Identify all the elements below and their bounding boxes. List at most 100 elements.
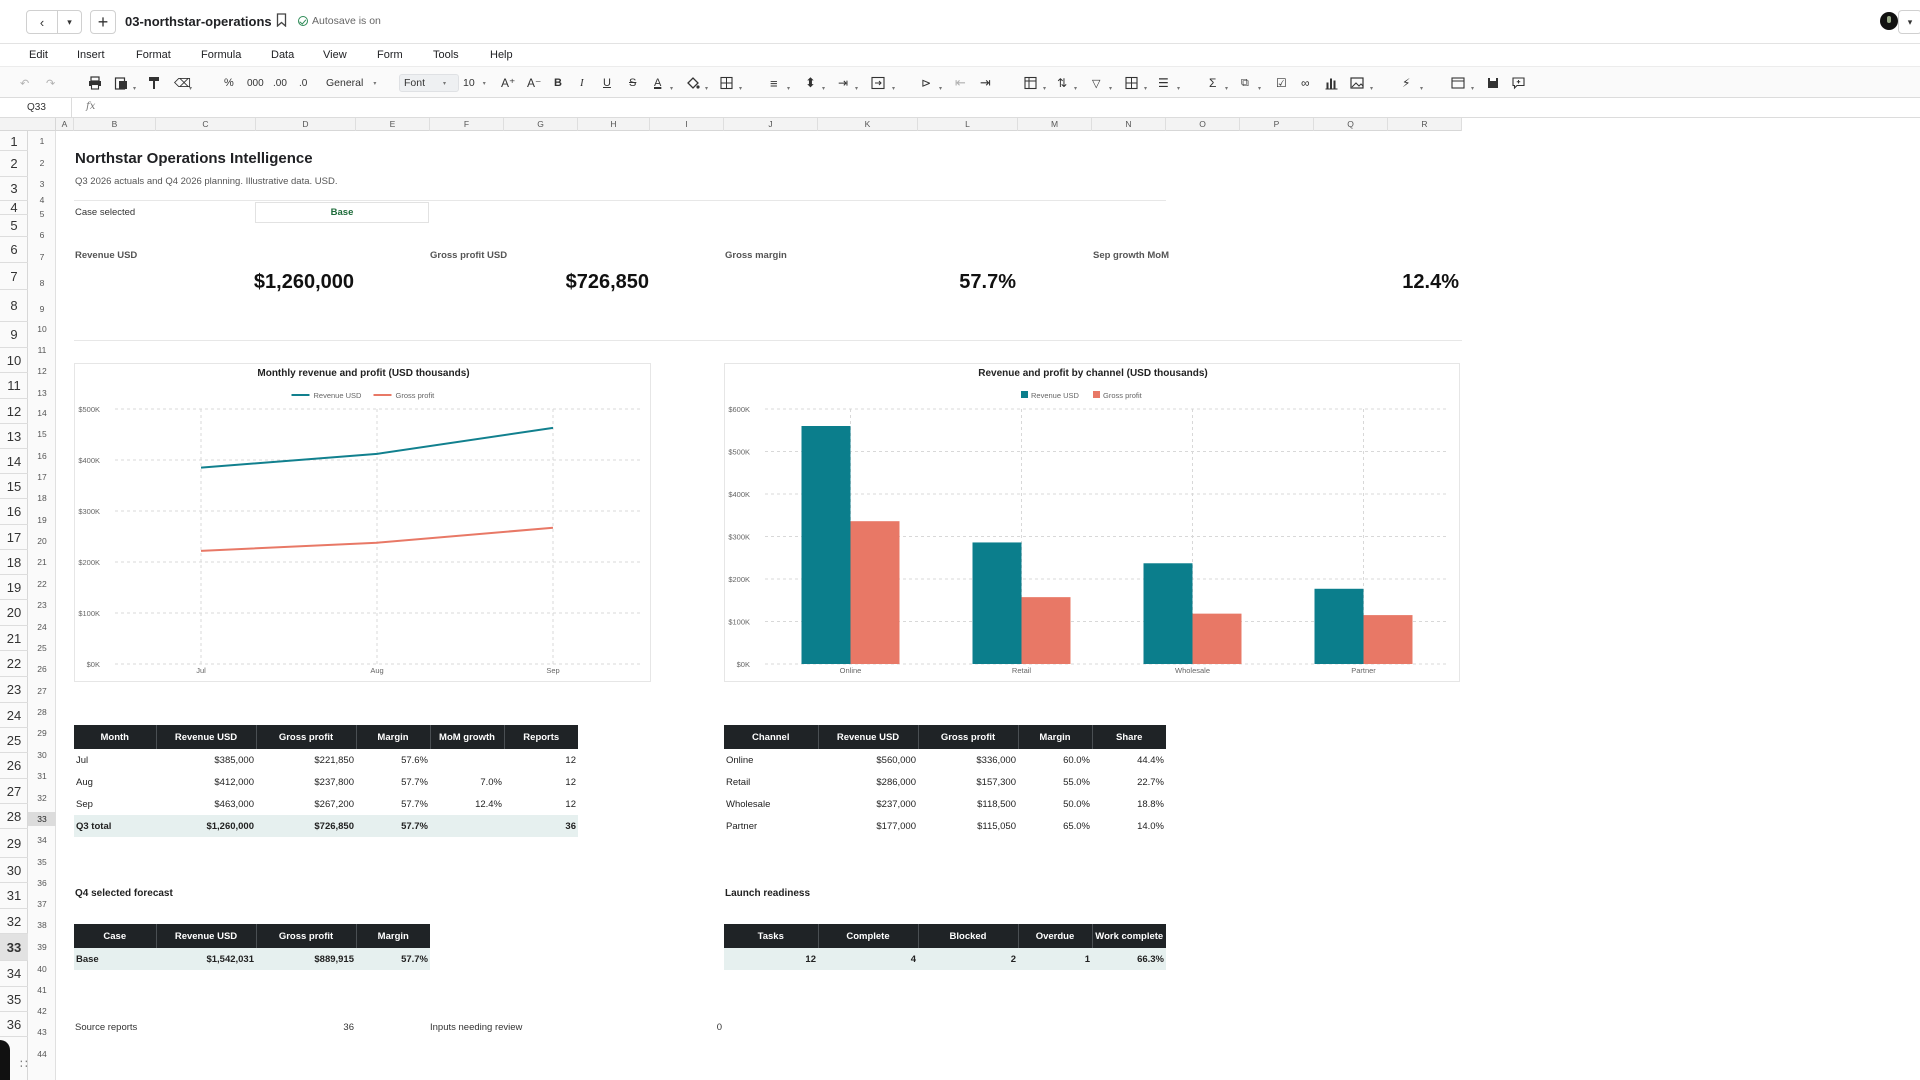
column-header-g[interactable]: G [504, 118, 578, 131]
cell-share[interactable]: 44.4% [1092, 749, 1166, 771]
filter-icon[interactable]: ▽ [1092, 75, 1100, 91]
text-rotation-icon[interactable]: ⊳ [921, 75, 931, 91]
column-header-m[interactable]: M [1018, 118, 1092, 131]
cell-revenue[interactable]: $177,000 [818, 815, 918, 837]
row-header-11[interactable]: 11 [0, 373, 28, 399]
row-number-19[interactable]: 19 [28, 513, 56, 527]
row-number-17[interactable]: 17 [28, 470, 56, 484]
cell-revenue[interactable]: $412,000 [156, 771, 256, 793]
row-number-24[interactable]: 24 [28, 620, 56, 634]
menu-insert[interactable]: Insert [77, 49, 105, 61]
row-number-2[interactable]: 2 [28, 156, 56, 170]
menu-data[interactable]: Data [271, 49, 294, 61]
save-icon[interactable] [1487, 75, 1499, 91]
table-row[interactable]: Sep $463,000 $267,200 57.7% 12.4% 12 [74, 793, 578, 815]
column-header-o[interactable]: O [1166, 118, 1240, 131]
column-header-e[interactable]: E [356, 118, 430, 131]
borders-dropdown-icon[interactable]: ▾ [739, 80, 742, 96]
grid-view-dropdown-icon[interactable]: ▾ [1144, 80, 1147, 96]
bookmark-icon[interactable] [276, 13, 287, 27]
cell-revenue[interactable]: $560,000 [818, 749, 918, 771]
row-header-30[interactable]: 30 [0, 858, 28, 883]
cell-reports[interactable]: 12 [504, 749, 578, 771]
cell-margin[interactable]: 57.7% [356, 793, 430, 815]
decrease-decimals-button[interactable]: .0 [299, 75, 307, 91]
shrink-font-button[interactable]: A⁻ [527, 75, 541, 91]
paint-format-icon[interactable] [148, 75, 160, 91]
cell-reports[interactable]: 12 [504, 793, 578, 815]
cell-channel[interactable]: Partner [724, 815, 818, 837]
italic-button[interactable]: I [580, 75, 584, 91]
inputs-review-value[interactable]: 0 [670, 1022, 722, 1033]
column-header-p[interactable]: P [1240, 118, 1314, 131]
user-avatar[interactable] [1880, 12, 1898, 30]
row-header-9[interactable]: 9 [0, 322, 28, 348]
cell-name-box[interactable]: Q33 [0, 98, 72, 118]
menu-tools[interactable]: Tools [433, 49, 459, 61]
row-number-8[interactable]: 8 [28, 276, 56, 290]
row-number-43[interactable]: 43 [28, 1025, 56, 1039]
row-header-27[interactable]: 27 [0, 779, 28, 804]
menu-help[interactable]: Help [490, 49, 513, 61]
table-row[interactable]: Online $560,000 $336,000 60.0% 44.4% [724, 749, 1166, 771]
table-row[interactable]: Aug $412,000 $237,800 57.7% 7.0% 12 [74, 771, 578, 793]
column-header-d[interactable]: D [256, 118, 356, 131]
menu-form[interactable]: Form [377, 49, 403, 61]
table-row[interactable]: Wholesale $237,000 $118,500 50.0% 18.8% [724, 793, 1166, 815]
row-number-29[interactable]: 29 [28, 726, 56, 740]
row-header-6[interactable]: 6 [0, 237, 28, 263]
automation-dropdown-icon[interactable]: ▾ [1420, 80, 1423, 96]
table-row[interactable]: 12 4 2 1 66.3% [724, 948, 1166, 970]
borders-icon[interactable] [720, 75, 733, 91]
sum-icon[interactable]: Σ [1209, 75, 1216, 91]
cell-gross-profit[interactable]: $157,300 [918, 771, 1018, 793]
menu-formula[interactable]: Formula [201, 49, 241, 61]
column-header-f[interactable]: F [430, 118, 504, 131]
row-number-12[interactable]: 12 [28, 364, 56, 378]
table-row[interactable]: Base $1,542,031 $889,915 57.7% [74, 948, 430, 970]
row-number-28[interactable]: 28 [28, 705, 56, 719]
column-header-a[interactable]: A [56, 118, 74, 131]
column-header-r[interactable]: R [1388, 118, 1462, 131]
cell-tasks[interactable]: 12 [724, 948, 818, 970]
column-header-j[interactable]: J [724, 118, 818, 131]
history-dropdown-icon[interactable]: ▾ [57, 11, 81, 33]
row-header-14[interactable]: 14 [0, 449, 28, 474]
cell-mom-growth[interactable]: 7.0% [430, 771, 504, 793]
cell-work-complete[interactable]: 66.3% [1092, 948, 1166, 970]
menu-edit[interactable]: Edit [29, 49, 48, 61]
source-reports-value[interactable]: 36 [300, 1022, 354, 1033]
cell-margin[interactable]: 60.0% [1018, 749, 1092, 771]
vertical-align-icon[interactable]: ⬍ [805, 75, 816, 91]
undo-icon[interactable]: ↶ [20, 75, 29, 91]
row-header-36[interactable]: 36 [0, 1012, 28, 1037]
channel-bar-chart[interactable]: Revenue and profit by channel (USD thous… [724, 363, 1460, 682]
cell-month[interactable]: Q3 total [74, 815, 156, 837]
row-number-5[interactable]: 5 [28, 207, 56, 221]
row-header-10[interactable]: 10 [0, 348, 28, 373]
row-number-9[interactable]: 9 [28, 302, 56, 316]
sort-dropdown-icon[interactable]: ▾ [1074, 80, 1077, 96]
table-total-row[interactable]: Q3 total $1,260,000 $726,850 57.7% 36 [74, 815, 578, 837]
row-number-1[interactable]: 1 [28, 134, 56, 148]
table-row[interactable]: Retail $286,000 $157,300 55.0% 22.7% [724, 771, 1166, 793]
row-header-16[interactable]: 16 [0, 499, 28, 525]
named-range-dropdown-icon[interactable]: ▾ [1258, 80, 1261, 96]
grow-font-button[interactable]: A⁺ [501, 75, 515, 91]
filter-dropdown-icon[interactable]: ▾ [1109, 80, 1112, 96]
column-header-l[interactable]: L [918, 118, 1018, 131]
row-number-16[interactable]: 16 [28, 449, 56, 463]
row-number-11[interactable]: 11 [28, 343, 56, 357]
row-number-18[interactable]: 18 [28, 491, 56, 505]
cell-reports[interactable]: 36 [504, 815, 578, 837]
cell-complete[interactable]: 4 [818, 948, 918, 970]
row-header-33[interactable]: 33 [0, 934, 28, 961]
clear-dropdown-icon[interactable]: ▾ [189, 80, 192, 96]
row-header-29[interactable]: 29 [0, 829, 28, 858]
row-number-39[interactable]: 39 [28, 940, 56, 954]
menu-view[interactable]: View [323, 49, 347, 61]
row-header-7[interactable]: 7 [0, 263, 28, 290]
case-selected-dropdown[interactable]: Base [255, 202, 429, 223]
cell-margin[interactable]: 57.7% [356, 771, 430, 793]
cell-case[interactable]: Base [74, 948, 156, 970]
